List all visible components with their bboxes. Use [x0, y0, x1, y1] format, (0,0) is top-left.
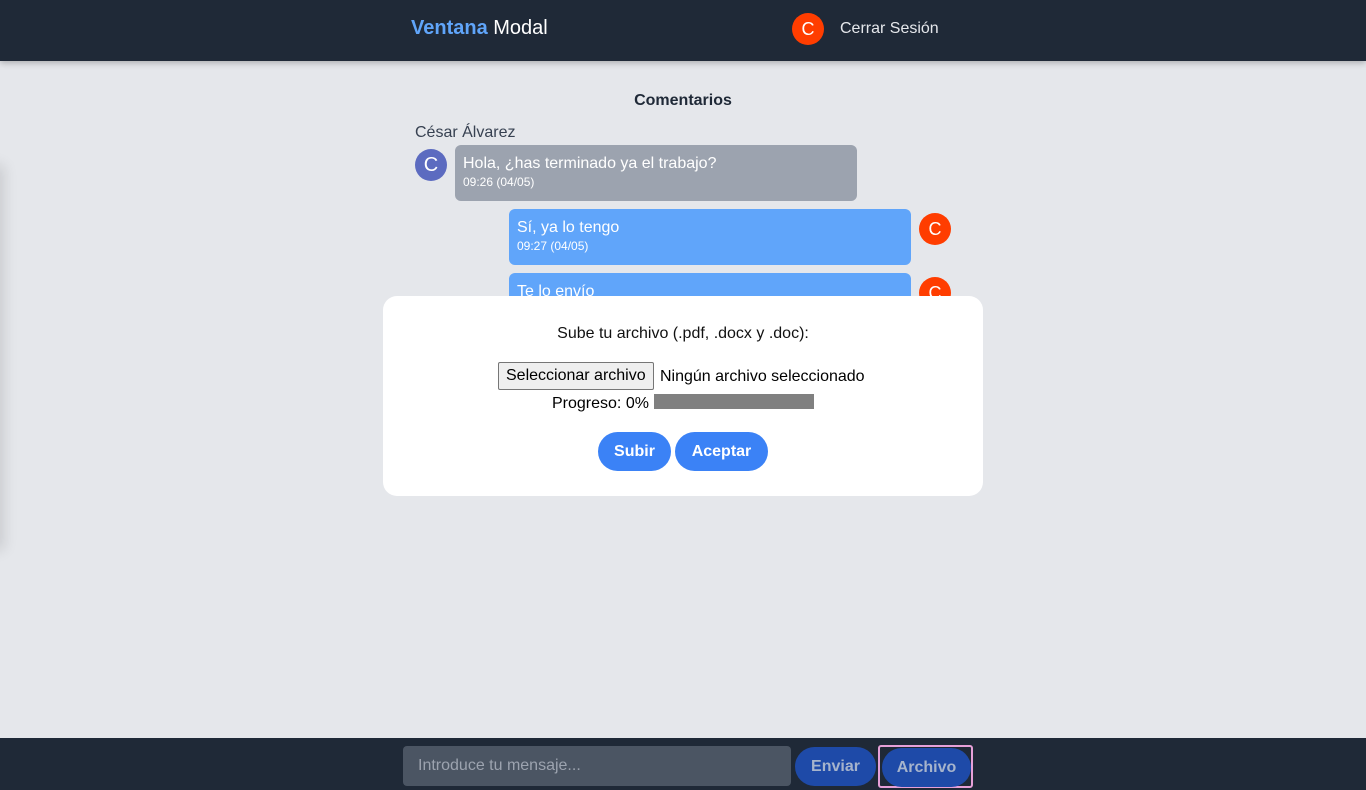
progress-bar [654, 394, 814, 409]
send-button[interactable]: Enviar [795, 747, 876, 786]
upload-button[interactable]: Subir [598, 432, 671, 471]
comments-title: Comentarios [634, 92, 732, 109]
brand-part-2: Modal [493, 17, 548, 39]
message-bubble-sent: Sí, ya lo tengo 09:27 (04/05) [509, 209, 911, 265]
progress-label: Progreso: 0% [552, 395, 649, 412]
sender-name: César Álvarez [415, 124, 516, 141]
brand-logo[interactable]: Ventana Modal [411, 17, 548, 40]
message-text: Sí, ya lo tengo [517, 219, 620, 236]
message-bubble-received: Hola, ¿has terminado ya el trabajo? 09:2… [455, 145, 857, 201]
brand-part-1: Ventana [411, 17, 488, 39]
logout-link[interactable]: Cerrar Sesión [840, 20, 939, 38]
modal-title: Sube tu archivo (.pdf, .docx y .doc): [557, 325, 809, 342]
message-time: 09:26 (04/05) [463, 175, 535, 189]
message-text: Hola, ¿has terminado ya el trabajo? [463, 155, 717, 172]
file-status-text: Ningún archivo seleccionado [660, 368, 865, 385]
message-time: 09:27 (04/05) [517, 239, 589, 253]
choose-file-button[interactable]: Seleccionar archivo [498, 362, 654, 390]
user-avatar[interactable]: C [792, 13, 824, 45]
file-button-focus-ring: Archivo [878, 745, 973, 788]
message-bar: Enviar Archivo [0, 738, 1366, 790]
upload-modal: Sube tu archivo (.pdf, .docx y .doc): Se… [383, 296, 983, 496]
file-button[interactable]: Archivo [882, 748, 971, 787]
sender-avatar: C [415, 149, 447, 181]
own-avatar: C [919, 213, 951, 245]
top-navbar: Ventana Modal C Cerrar Sesión [0, 0, 1366, 61]
accept-button[interactable]: Aceptar [675, 432, 768, 471]
message-input[interactable] [403, 746, 791, 786]
